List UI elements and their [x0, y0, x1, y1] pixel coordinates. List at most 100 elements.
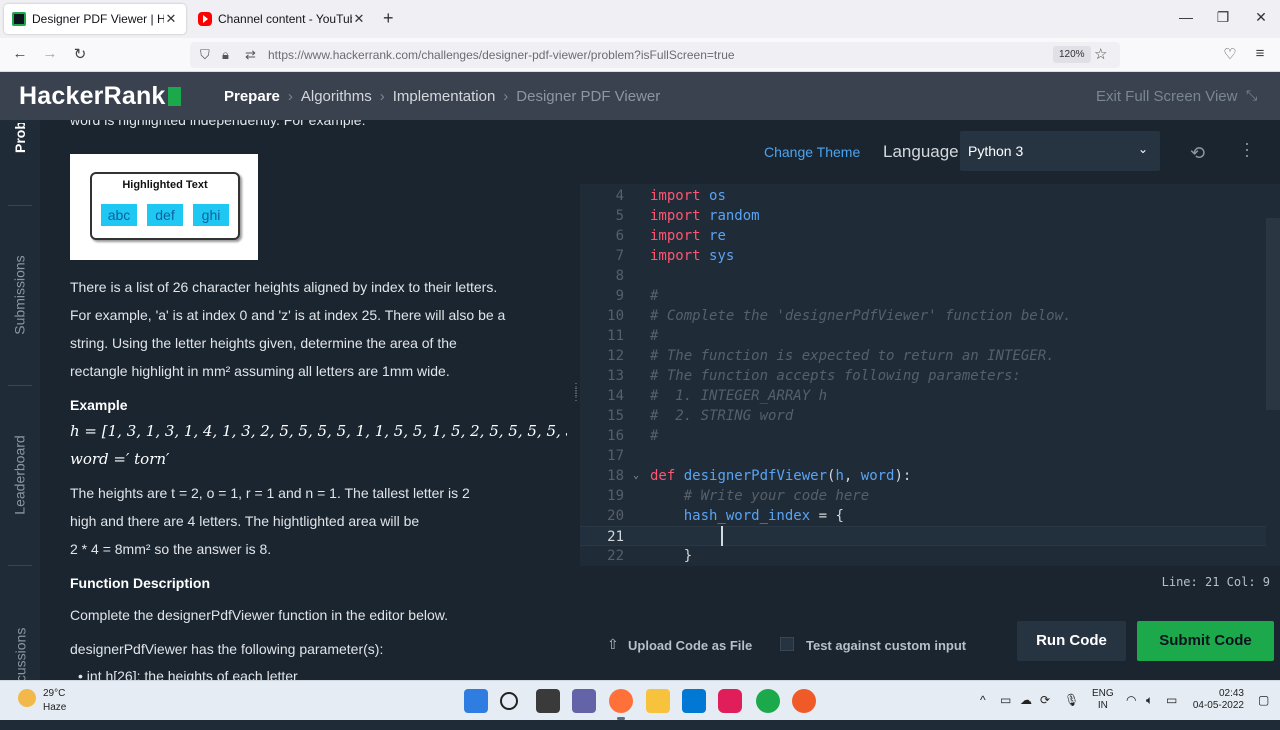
browser-toolbar: ← → ↻ ⛉ 🔒︎ ⇄ https://www.hackerrank.com/…	[0, 38, 1280, 72]
code-line[interactable]: 15 # 2. STRING word	[580, 406, 1266, 426]
code-line[interactable]: 19 # Write your code here	[580, 486, 1266, 506]
code-line[interactable]: 11 #	[580, 326, 1266, 346]
code-line[interactable]: 8	[580, 266, 1266, 286]
address-bar[interactable]: ⛉ 🔒︎ ⇄ https://www.hackerrank.com/challe…	[190, 42, 1120, 68]
code-line[interactable]: 9 #	[580, 286, 1266, 306]
code-line[interactable]: 13 # The function accepts following param…	[580, 366, 1266, 386]
battery-icon[interactable]: ▭	[1166, 693, 1177, 707]
code-line[interactable]: 21	[580, 526, 1266, 546]
shield-icon[interactable]: ⛉	[200, 47, 210, 63]
statement-line: For example, 'a' is at index 0 and 'z' i…	[70, 307, 506, 323]
maximize-icon[interactable]: ❐	[1213, 9, 1233, 26]
url-text[interactable]: https://www.hackerrank.com/challenges/de…	[268, 48, 735, 62]
back-icon[interactable]: ←	[10, 45, 30, 62]
line-number: 6	[615, 228, 624, 244]
editor-scrollbar[interactable]	[1266, 218, 1280, 410]
browser-tab-hackerrank[interactable]: Designer PDF Viewer | HackerRank ✕	[4, 4, 186, 34]
firefox-icon[interactable]	[609, 689, 633, 713]
run-code-button[interactable]: Run Code	[1017, 621, 1126, 661]
statement-line: The heights are t = 2, o = 1, r = 1 and …	[70, 485, 470, 501]
system-clock[interactable]: 02:43 04-05-2022	[1192, 688, 1244, 712]
statement-line: designerPdfViewer has the following para…	[70, 641, 384, 657]
breadcrumb-prepare[interactable]: Prepare	[224, 88, 280, 105]
code-line[interactable]: 17	[580, 446, 1266, 466]
wifi-icon[interactable]: ◠	[1126, 693, 1136, 707]
language-select[interactable]: Python 3 ⌄	[960, 131, 1160, 171]
file-explorer-icon[interactable]	[646, 689, 670, 713]
tab-close-icon[interactable]: ✕	[164, 11, 178, 27]
postman-icon[interactable]	[792, 689, 816, 713]
app-icon[interactable]	[756, 689, 780, 713]
weather-condition[interactable]: Haze	[43, 702, 66, 713]
code-line[interactable]: 7 import sys	[580, 246, 1266, 266]
pocket-icon[interactable]: ♡	[1220, 45, 1240, 63]
slack-icon[interactable]	[718, 689, 742, 713]
microphone-icon[interactable]: 🎙︎	[1064, 693, 1079, 707]
tray-icon[interactable]: ⟳	[1040, 693, 1050, 707]
browser-tab-strip: Designer PDF Viewer | HackerRank ✕ Chann…	[0, 0, 1280, 38]
tab-problem[interactable]: Problem	[0, 120, 40, 160]
new-tab-button[interactable]: +	[383, 8, 394, 29]
language-value: Python 3	[968, 143, 1024, 159]
weather-temp[interactable]: 29°C	[43, 688, 65, 699]
code-line[interactable]: 12 # The function is expected to return a…	[580, 346, 1266, 366]
search-icon[interactable]	[500, 692, 518, 710]
code-line[interactable]: 20 hash_word_index = {	[580, 506, 1266, 526]
language-label: Language	[883, 142, 959, 161]
show-hidden-icons-icon[interactable]: ^	[980, 693, 986, 707]
code-token: word	[860, 468, 895, 484]
change-theme-link[interactable]: Change Theme	[764, 144, 860, 160]
editor-toolbar: Change Theme Language Python 3 ⌄ ⟲ · · ·	[580, 120, 1280, 184]
zoom-level[interactable]: 120%	[1053, 46, 1091, 63]
time: 02:43	[1218, 688, 1244, 699]
submit-code-button[interactable]: Submit Code	[1137, 621, 1274, 661]
code-editor[interactable]: 4 import os 5 import random 6 import re 7 impor…	[580, 184, 1280, 566]
menu-icon[interactable]: ≡	[1250, 45, 1270, 62]
tab-submissions[interactable]: Submissions	[0, 230, 40, 360]
volume-icon[interactable]: 🔈︎	[1146, 693, 1153, 708]
upload-code-link[interactable]: Upload Code as File	[628, 638, 752, 653]
bookmark-star-icon[interactable]: ☆	[1094, 45, 1107, 63]
lock-icon[interactable]: 🔒︎	[222, 47, 229, 63]
restore-history-icon[interactable]: ⟲	[1190, 143, 1205, 164]
line-number: 22	[607, 548, 624, 564]
code-line[interactable]: 14 # 1. INTEGER_ARRAY h	[580, 386, 1266, 406]
language-indicator[interactable]: ENG IN	[1092, 688, 1114, 712]
vscode-icon[interactable]	[682, 689, 706, 713]
exit-fullscreen-link[interactable]: Exit Full Screen View	[1096, 88, 1237, 105]
code-line[interactable]: 22 }	[580, 546, 1266, 566]
code-line[interactable]: 10 # Complete the 'designerPdfViewer' fun…	[580, 306, 1266, 326]
tray-icon[interactable]: ▭	[1000, 693, 1011, 707]
custom-input-checkbox[interactable]	[780, 637, 794, 651]
more-options-icon[interactable]: · · ·	[1244, 134, 1250, 164]
browser-tab-youtube[interactable]: Channel content - YouTube Studio ✕	[190, 4, 374, 34]
code-line[interactable]: 4 import os	[580, 186, 1266, 206]
tab-close-icon[interactable]: ✕	[352, 11, 366, 27]
minimize-icon[interactable]: —	[1176, 9, 1196, 25]
notifications-icon[interactable]: ▢	[1258, 693, 1269, 707]
youtube-favicon-icon	[198, 12, 212, 26]
tray-icon[interactable]: ☁	[1020, 693, 1032, 707]
permissions-icon[interactable]: ⇄	[245, 47, 256, 63]
code-line[interactable]: 6 import re	[580, 226, 1266, 246]
upload-icon[interactable]: ⇧	[607, 636, 619, 653]
custom-input-label[interactable]: Test against custom input	[806, 638, 966, 653]
code-text: #	[650, 326, 658, 346]
hackerrank-logo[interactable]: HackerRank	[19, 82, 181, 111]
code-line[interactable]: 16 #	[580, 426, 1266, 446]
collapse-icon[interactable]: ⤡	[1246, 87, 1257, 104]
task-view-icon[interactable]	[536, 689, 560, 713]
reload-icon[interactable]: ↻	[70, 45, 90, 63]
close-window-icon[interactable]: ✕	[1251, 9, 1271, 26]
code-line[interactable]: 18 ⌄ def designerPdfViewer(h, word):	[580, 466, 1266, 486]
breadcrumb-implementation[interactable]: Implementation	[393, 88, 496, 105]
start-icon[interactable]	[464, 689, 488, 713]
code-line[interactable]: 5 import random	[580, 206, 1266, 226]
forward-icon[interactable]: →	[40, 45, 60, 62]
code-text: import random	[650, 206, 760, 226]
weather-sun-icon[interactable]	[18, 689, 36, 707]
teams-chat-icon[interactable]	[572, 689, 596, 713]
fold-toggle-icon[interactable]: ⌄	[633, 466, 639, 486]
tab-leaderboard[interactable]: Leaderboard	[0, 410, 40, 540]
breadcrumb-algorithms[interactable]: Algorithms	[301, 88, 372, 105]
